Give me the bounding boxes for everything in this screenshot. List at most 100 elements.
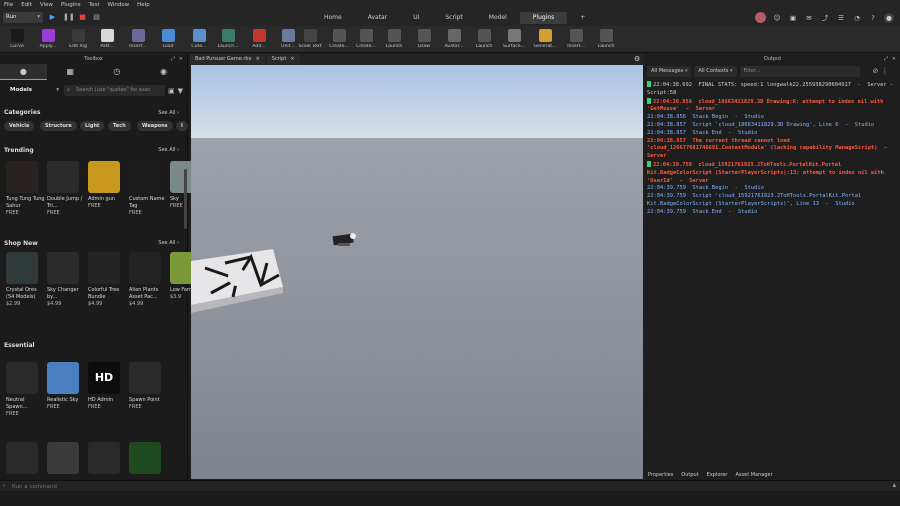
friends-icon[interactable]: ☺ — [772, 13, 782, 23]
tab-avatar[interactable]: Avatar — [355, 12, 400, 24]
pin-icon[interactable]: ⤢ — [884, 54, 888, 64]
run-mode-select[interactable]: Run — [3, 12, 43, 23]
asset-card[interactable]: Sky Changer by... $4.99 — [47, 252, 87, 308]
collapse-icon[interactable]: ▴ — [892, 481, 896, 489]
ribbon-button-insert-4[interactable]: Insert... — [124, 28, 152, 52]
ribbon-button-draw-14[interactable]: Draw — [410, 28, 438, 52]
ribbon-button-launch-16[interactable]: Launch — [470, 28, 498, 52]
panel-tab-output[interactable]: Output — [681, 471, 698, 480]
ribbon-button-surface-17[interactable]: Surface... — [500, 28, 528, 52]
menu-plugins[interactable]: Plugins — [61, 2, 81, 8]
ribbon-button-avatar-15[interactable]: Avatar... — [440, 28, 468, 52]
pause-icon[interactable]: ❚❚ — [63, 13, 75, 22]
menu-window[interactable]: Window — [107, 2, 129, 8]
profile-icon[interactable]: ● — [884, 12, 894, 23]
category-chip-light[interactable]: Light — [80, 121, 105, 131]
tab-creations[interactable]: ◉ — [140, 64, 187, 80]
gear-icon[interactable]: ⚙ — [634, 55, 640, 63]
asset-card[interactable] — [129, 442, 169, 474]
image-search-icon[interactable]: ▣ — [168, 87, 175, 95]
scrollbar[interactable] — [184, 169, 187, 229]
asset-card[interactable]: Tung Tung Tung Sahur FREE — [6, 161, 46, 217]
chat-icon[interactable]: ☰ — [836, 13, 846, 23]
panel-tab-properties[interactable]: Properties — [648, 471, 673, 480]
close-icon[interactable]: × — [290, 54, 294, 65]
contexts-filter-select[interactable]: All Contexts — [694, 65, 737, 77]
ribbon-button-launch-7[interactable]: Launch... — [214, 28, 242, 52]
help-icon[interactable]: ? — [868, 13, 878, 23]
shopnew-see-all[interactable]: See All › — [158, 240, 179, 246]
asset-card[interactable]: Double Jump / Tri... FREE — [47, 161, 87, 217]
menu-view[interactable]: View — [40, 2, 53, 8]
asset-card[interactable]: Realistic Sky FREE — [47, 362, 87, 411]
tab-ui[interactable]: UI — [400, 12, 432, 24]
ribbon-button-generat-18[interactable]: Generat... — [531, 28, 559, 52]
ribbon-button-insert-19[interactable]: Insert... — [562, 28, 590, 52]
asset-card[interactable]: Spawn Point FREE — [129, 362, 169, 411]
pin-icon[interactable]: ⤢ — [171, 54, 175, 64]
tab-add[interactable]: + — [567, 12, 598, 24]
asset-card[interactable]: Admin gun FREE — [88, 161, 128, 210]
category-select[interactable]: Models — [4, 85, 61, 96]
share-icon[interactable]: ⤴ — [820, 13, 830, 23]
settings-icon[interactable]: ▤ — [92, 13, 101, 22]
close-icon[interactable]: × — [179, 54, 183, 64]
ribbon-button-edit-rig-2[interactable]: Edit Rig — [64, 28, 92, 52]
avatar[interactable] — [755, 12, 766, 23]
3d-viewport[interactable] — [191, 65, 643, 479]
tab-script[interactable]: Script — [432, 12, 475, 24]
ribbon-button-launch-20[interactable]: Launch — [592, 28, 620, 52]
menu-edit[interactable]: Edit — [21, 2, 32, 8]
close-icon[interactable]: × — [892, 54, 896, 64]
ribbon-button-curve-0[interactable]: Curve — [3, 28, 31, 52]
panel-tab-asset-manager[interactable]: Asset Manager — [735, 471, 772, 480]
asset-card[interactable]: HD HD Admin FREE — [88, 362, 128, 411]
screen-icon[interactable]: ▣ — [788, 13, 798, 23]
filter-icon[interactable]: ▼ — [178, 87, 183, 95]
notifications-icon[interactable]: ◔ — [852, 13, 862, 23]
ribbon-button-add-8[interactable]: Add... — [245, 28, 273, 52]
category-chip-weapons[interactable]: Weapons — [137, 121, 173, 131]
tab-inventory[interactable]: ▦ — [47, 64, 94, 80]
trending-see-all[interactable]: See All › — [158, 147, 179, 153]
notes-icon[interactable]: ✉ — [804, 13, 814, 23]
asset-card[interactable]: Neutral Spawn... FREE — [6, 362, 46, 418]
category-chip-i[interactable]: I — [176, 121, 188, 131]
clear-output-icon[interactable]: ⊘ — [873, 67, 879, 75]
asset-card[interactable] — [88, 442, 128, 474]
category-chip-tech[interactable]: Tech — [108, 121, 131, 131]
play-icon[interactable]: ▶ — [48, 13, 57, 22]
stop-icon[interactable]: ■ — [78, 13, 87, 22]
editor-tab-bad-pursuer-game-rbx[interactable]: Bad Pursuer Game.rbx × — [190, 54, 265, 65]
category-chip-vehicle[interactable]: Vehicle — [4, 121, 35, 131]
tab-model[interactable]: Model — [476, 12, 520, 24]
ribbon-button-apply-1[interactable]: Apply... — [34, 28, 62, 52]
command-input[interactable] — [12, 482, 882, 491]
tab-home[interactable]: Home — [311, 12, 355, 24]
menu-help[interactable]: Help — [137, 2, 150, 8]
menu-test[interactable]: Test — [89, 2, 100, 8]
ribbon-button-patt-3[interactable]: Patt... — [93, 28, 121, 52]
asset-card[interactable]: Crystal Ores (54 Models) $2.99 — [6, 252, 46, 308]
ribbon-button-create-11[interactable]: Create... — [325, 28, 353, 52]
menu-file[interactable]: File — [4, 2, 13, 8]
ribbon-button-launch-13[interactable]: Launch — [380, 28, 408, 52]
ribbon-button-load-5[interactable]: Load — [154, 28, 182, 52]
tab-plugins[interactable]: Plugins — [519, 12, 568, 24]
asset-card[interactable] — [47, 442, 87, 474]
asset-card[interactable]: Alien Plants Asset Pac... $4.99 — [129, 252, 169, 308]
search-input[interactable]: ⌕ Search (use "quotes" for exac — [64, 85, 165, 96]
editor-tab-script[interactable]: Script × — [266, 54, 300, 65]
ribbon-button-cute-6[interactable]: Cute... — [185, 28, 213, 52]
asset-card[interactable] — [6, 442, 46, 474]
close-icon[interactable]: × — [256, 54, 260, 65]
categories-see-all[interactable]: See All › — [158, 110, 179, 116]
asset-card[interactable]: Custom Name Tag FREE — [129, 161, 169, 217]
ribbon-button-create-12[interactable]: Create... — [352, 28, 380, 52]
messages-filter-select[interactable]: All Messages — [647, 65, 692, 77]
tab-recent[interactable]: ◷ — [94, 64, 141, 80]
more-options-icon[interactable]: ⋮ — [881, 67, 888, 75]
panel-tab-explorer[interactable]: Explorer — [707, 471, 728, 480]
ribbon-button-scale-text-10[interactable]: Scale Text — [296, 28, 324, 52]
asset-card[interactable]: Colorful Tree Bundle $4.99 — [88, 252, 128, 308]
